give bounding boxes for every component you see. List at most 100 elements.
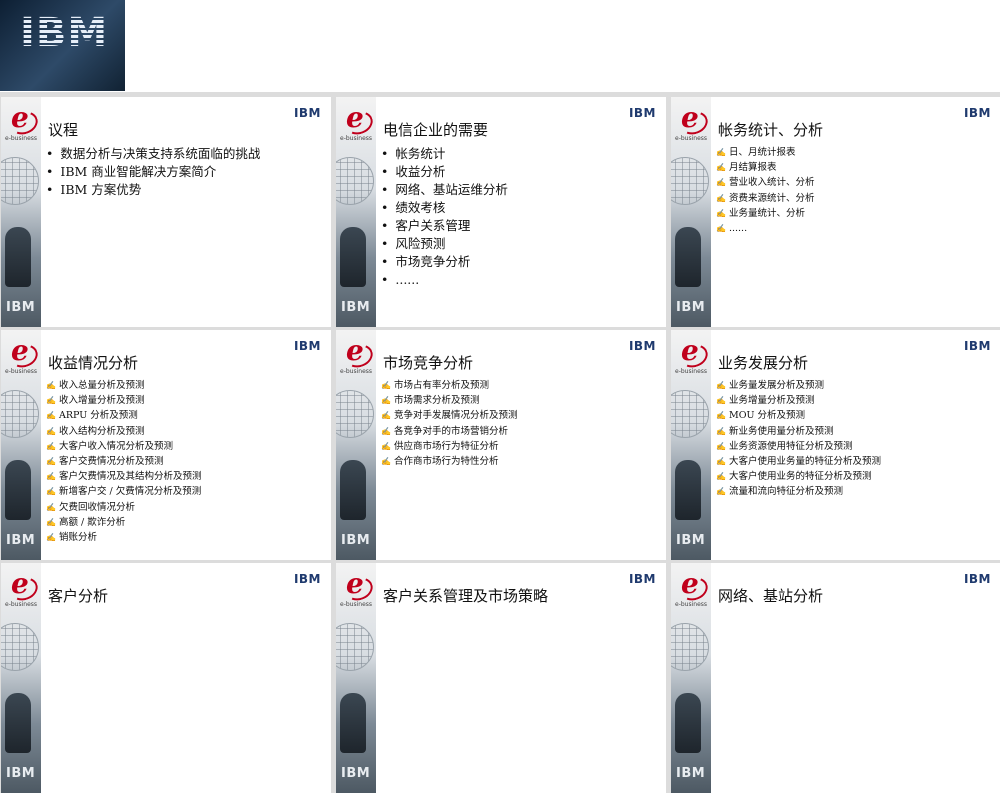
slide-bullet-item: IBM 方案优势 xyxy=(46,181,260,199)
slide-bullet-item: 业务资源使用特征分析及预测 xyxy=(716,439,881,454)
slide-bullet-item: 新增客户交 / 欠费情况分析及预测 xyxy=(46,484,201,499)
ebusiness-label: e-business xyxy=(5,135,38,142)
slide-bullet-item: 大客户使用业务的特征分析及预测 xyxy=(716,469,881,484)
slide-thumbnail[interactable]: IBM ee-business IBM 市场竞争分析市场占有率分析及预测市场需求分析及… xyxy=(336,330,666,560)
globe-icon xyxy=(336,157,374,205)
slide-title: 市场竞争分析 xyxy=(383,354,474,372)
slide-title: 帐务统计、分析 xyxy=(718,121,824,139)
slide-bullet-item: 新业务使用量分析及预测 xyxy=(716,424,881,439)
globe-icon xyxy=(1,157,39,205)
slide-bullet-item: 高额 / 欺诈分析 xyxy=(46,515,201,530)
slide-bullet-item: 资费来源统计、分析 xyxy=(716,191,815,206)
slide-bullet-item: 大客户使用业务量的特征分析及预测 xyxy=(716,454,881,469)
slide-bullet-list: 日、月统计报表月结算报表营业收入统计、分析资费来源统计、分析业务量统计、分析..… xyxy=(716,145,815,236)
slide-thumbnail[interactable]: IBM e e-business IBM 客户分析 xyxy=(1,563,331,793)
slide-bullet-item: ...... xyxy=(381,271,508,289)
slide-bullet-item: 风险预测 xyxy=(381,235,508,253)
slide-title: 收益情况分析 xyxy=(48,354,139,372)
slide-thumbnail[interactable]: IBM ee-business IBM 议程数据分析与决策支持系统面临的挑战IBM 商… xyxy=(1,97,331,327)
slide-bullet-item: 月结算报表 xyxy=(716,160,814,175)
ibm-badge: IBM xyxy=(963,106,991,120)
slide-bullet-item: 欠费回收情况分析 xyxy=(46,500,201,515)
slide-bullet-item: 市场占有率分析及预测 xyxy=(381,378,517,393)
slide-title: 客户关系管理及市场策略 xyxy=(383,587,549,605)
ibm-badge: IBM xyxy=(293,572,321,586)
slide-bullet-item: 客户欠费情况及其结构分析及预测 xyxy=(46,469,202,484)
slide-thumbnail[interactable]: IBM e e-business IBM 客户关系管理及市场策略 xyxy=(336,563,666,793)
globe-icon xyxy=(671,390,709,438)
slide-bullet-list: 帐务统计收益分析网络、基站运维分析绩效考核客户关系管理风险预测市场竞争分析...… xyxy=(381,145,508,289)
hand-pen-image xyxy=(5,227,31,287)
slide-bullet-item: 客户关系管理 xyxy=(381,217,508,235)
slide-bullet-item: 业务量统计、分析 xyxy=(716,206,814,221)
ibm-badge: IBM xyxy=(628,106,656,120)
slide-bullet-item: 收益分析 xyxy=(381,163,508,181)
ibm-side-logo: IBM xyxy=(676,300,706,315)
globe-icon xyxy=(336,623,374,671)
slide-thumbnail[interactable]: IBM ee-business IBM 电信企业的需要帐务统计收益分析网络、基站运维分… xyxy=(336,97,666,327)
ebusiness-label: e-business xyxy=(675,601,708,608)
slide-bullet-item: 大客户收入情况分析及预测 xyxy=(46,439,201,454)
slide-bullet-item: 收入结构分析及预测 xyxy=(46,424,201,439)
slide-bullet-item: 流量和流向特征分析及预测 xyxy=(716,484,881,499)
slide-bullet-item: 收入总量分析及预测 xyxy=(46,378,201,393)
slide-title: 电信企业的需要 xyxy=(383,121,489,139)
globe-icon xyxy=(336,390,374,438)
ibm-side-logo: IBM xyxy=(341,766,371,781)
ebusiness-logo-icon: e xyxy=(677,334,711,372)
slide-title: 网络、基站分析 xyxy=(718,587,824,605)
slide-bullet-item: IBM 商业智能解决方案简介 xyxy=(46,163,260,181)
slide-bullet-item: 客户交费情况分析及预测 xyxy=(46,454,201,469)
hand-pen-image xyxy=(675,460,701,520)
hand-pen-image xyxy=(675,693,701,753)
ibm-badge: IBM xyxy=(963,572,991,586)
slide-bullet-item: 收入增量分析及预测 xyxy=(46,393,201,408)
ibm-logo-text: IBM xyxy=(20,10,109,56)
ebusiness-logo-icon: e xyxy=(7,334,41,372)
slide-bullet-item: 市场需求分析及预测 xyxy=(381,393,517,408)
globe-icon xyxy=(671,623,709,671)
hand-pen-image xyxy=(340,227,366,287)
ibm-badge: IBM xyxy=(628,339,656,353)
slide-bullet-list: 市场占有率分析及预测市场需求分析及预测竞争对手发展情况分析及预测各竞争对手的市场… xyxy=(381,378,518,469)
ibm-side-logo: IBM xyxy=(6,533,36,548)
slide-thumbnail[interactable]: IBM ee-business IBM 帐务统计、分析日、月统计报表月结算报表营业收入… xyxy=(671,97,1000,327)
slide-bullet-item: 业务量发展分析及预测 xyxy=(716,378,881,393)
slide-bullet-item: ARPU 分析及预测 xyxy=(46,408,201,423)
globe-icon xyxy=(1,623,39,671)
ebusiness-label: e-business xyxy=(675,135,708,142)
ibm-side-logo: IBM xyxy=(676,766,706,781)
slide-bullet-item: 帐务统计 xyxy=(381,145,508,163)
ibm-side-logo: IBM xyxy=(341,533,371,548)
slide-thumbnail[interactable]: IBM e e-business IBM 网络、基站分析 xyxy=(671,563,1000,793)
ibm-badge: IBM xyxy=(963,339,991,353)
slide-bullet-list: 收入总量分析及预测收入增量分析及预测ARPU 分析及预测收入结构分析及预测大客户… xyxy=(46,378,202,545)
slide-bullet-item: 销账分析 xyxy=(46,530,201,545)
ibm-side-logo: IBM xyxy=(676,533,706,548)
slide-bullet-item: 业务增量分析及预测 xyxy=(716,393,881,408)
ibm-badge: IBM xyxy=(293,339,321,353)
ibm-logo: IBM xyxy=(0,0,125,91)
slide-bullet-item: 各竞争对手的市场营销分析 xyxy=(381,424,517,439)
ebusiness-label: e-business xyxy=(5,368,38,375)
ibm-badge: IBM xyxy=(628,572,656,586)
hand-pen-image xyxy=(5,460,31,520)
slide-bullet-item: 日、月统计报表 xyxy=(716,145,814,160)
ebusiness-logo-icon: e xyxy=(7,101,41,139)
ebusiness-logo-icon: e xyxy=(342,101,376,139)
ibm-side-logo: IBM xyxy=(6,300,36,315)
ebusiness-label: e-business xyxy=(675,368,708,375)
slide-title: 业务发展分析 xyxy=(718,354,809,372)
slide-bullet-list: 业务量发展分析及预测业务增量分析及预测MOU 分析及预测新业务使用量分析及预测业… xyxy=(716,378,881,500)
ibm-badge: IBM xyxy=(293,106,321,120)
ebusiness-logo-icon: e xyxy=(677,567,711,605)
ebusiness-logo-icon: e xyxy=(342,334,376,372)
top-banner: IBM xyxy=(0,0,1000,92)
ebusiness-label: e-business xyxy=(340,368,373,375)
globe-icon xyxy=(671,157,709,205)
slide-thumbnail[interactable]: IBM ee-business IBM 业务发展分析业务量发展分析及预测业务增量分析及… xyxy=(671,330,1000,560)
slide-thumbnail[interactable]: IBM ee-business IBM 收益情况分析收入总量分析及预测收入增量分析及预… xyxy=(1,330,331,560)
slide-bullet-item: 供应商市场行为特征分析 xyxy=(381,439,517,454)
ibm-side-logo: IBM xyxy=(6,766,36,781)
ebusiness-logo-icon: e xyxy=(677,101,711,139)
